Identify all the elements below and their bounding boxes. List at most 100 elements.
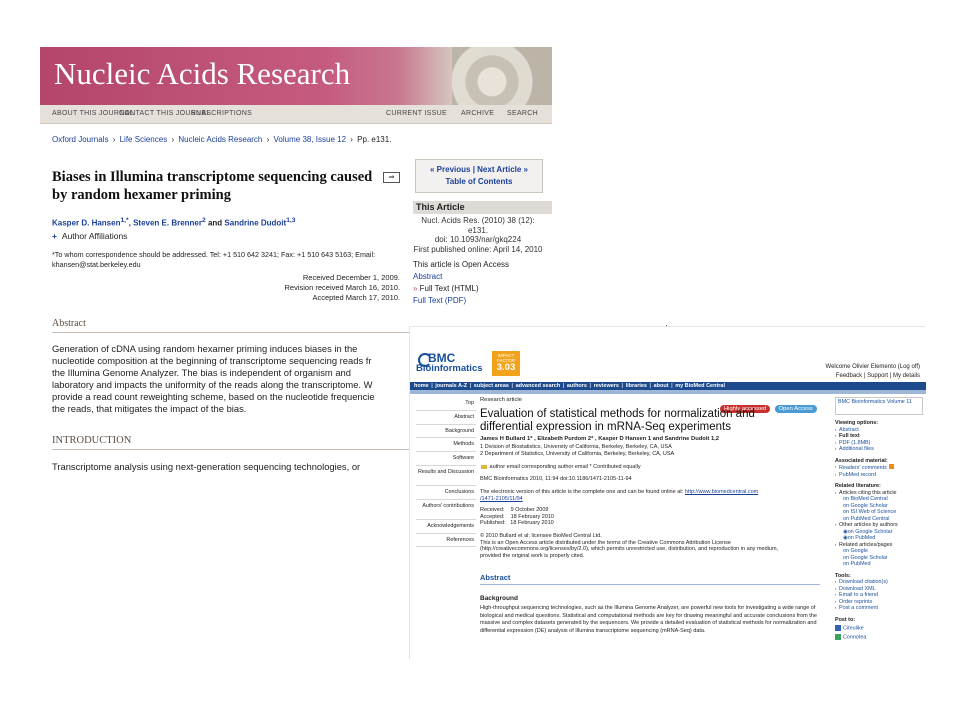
section-link[interactable]: Acknowledgements (416, 520, 476, 534)
author-link[interactable]: Steven E. Brenner (133, 219, 202, 228)
nav-authors[interactable]: authors (567, 383, 587, 389)
section-link[interactable]: Conclusions (416, 486, 476, 500)
readers-comments-label: Readers' comments (839, 465, 887, 471)
bullet-icon: » (413, 284, 420, 294)
legend-text: author email corresponding author email … (489, 464, 641, 470)
crumb-sep: › (266, 135, 270, 144)
connotea-link[interactable]: Connotea (835, 633, 923, 641)
article-title: Evaluation of statistical methods for no… (480, 408, 755, 433)
welcome-box: Welcome Olivier Elemento (Log off) Feedb… (826, 363, 920, 381)
nav-subscriptions[interactable]: SUBSCRIPTIONS (191, 110, 252, 117)
citeulike-link[interactable]: Citeulike (835, 625, 923, 632)
abstract-heading: Abstract (52, 318, 86, 329)
nav-about[interactable]: about (654, 383, 669, 389)
section-link[interactable]: Methods (416, 438, 476, 453)
electronic-version-note: The electronic version of this article i… (480, 489, 810, 502)
related-link[interactable]: on PubMed (835, 561, 923, 568)
article-url[interactable]: http://www.biomedcentral.com (685, 489, 758, 495)
author-sup: 1,* (120, 217, 129, 224)
crumb-oxford[interactable]: Oxford Journals (52, 135, 108, 144)
nav-journals[interactable]: journals A-Z (435, 383, 467, 389)
copyright-block: © 2010 Bullard et al; licensee BioMed Ce… (480, 533, 800, 559)
nav-my-bmc[interactable]: my BioMed Central (675, 383, 725, 389)
share-arrow-icon[interactable]: ⇒ (383, 172, 400, 183)
author-link[interactable]: Sandrine Dudoit (224, 219, 286, 228)
first-published: First published online: April 14, 2010 (413, 244, 543, 254)
toc-link[interactable]: Table of Contents (416, 176, 542, 188)
crumb-sep: › (112, 135, 116, 144)
email-icon (481, 464, 487, 469)
this-article-heading: This Article (413, 201, 552, 214)
journal-volume-box[interactable]: BMC Bioinformatics Volume 11 (835, 397, 923, 415)
section-link[interactable]: Top (416, 397, 476, 411)
additional-files-link[interactable]: Additional files (835, 446, 923, 453)
article-sidebar: « Previous | Next Article » Table of Con… (413, 159, 552, 305)
nav-reviewers[interactable]: reviewers (594, 383, 619, 389)
prev-next-box: « Previous | Next Article » Table of Con… (415, 159, 543, 193)
welcome-links[interactable]: Feedback | Support | My details (826, 372, 920, 381)
pubmed-record-link[interactable]: PubMed record (835, 472, 923, 479)
correspondence-note: *To whom correspondence should be addres… (52, 250, 376, 269)
nav-current-issue[interactable]: CURRENT ISSUE (386, 110, 447, 117)
fulltext-html-link[interactable]: » Full Text (HTML) (413, 284, 552, 293)
section-link[interactable]: References (416, 534, 476, 548)
citation: Nucl. Acids Res. (2010) 38 (12): e131. (421, 216, 535, 235)
journal-reference: BMC Bioinformatics 2010, 11:94 doi:10.11… (480, 476, 632, 482)
ev-text: The electronic version of this article i… (480, 489, 684, 495)
background-text: High-throughput sequencing technologies,… (480, 605, 817, 634)
section-link[interactable]: Results and Discussion (416, 466, 476, 486)
author-list: James H Bullard 1* , Elizabeth Purdom 2*… (480, 436, 720, 442)
copyright: © 2010 Bullard et al; licensee BioMed Ce… (480, 533, 602, 539)
nav-archive[interactable]: ARCHIVE (461, 110, 494, 117)
received-date: Received December 1, 2009. (302, 273, 400, 282)
section-link[interactable]: Authors' contributions (416, 500, 476, 520)
affiliations-label: Author Affiliations (61, 231, 128, 241)
section-nav: Top Abstract Background Methods Software… (416, 397, 476, 548)
crumb-volume[interactable]: Volume 38, Issue 12 (274, 135, 347, 144)
fulltext-html-label: Full Text (HTML) (419, 284, 479, 294)
article-url-cont[interactable]: /1471-2105/11/94 (480, 496, 523, 502)
nav-advanced-search[interactable]: advanced search (516, 383, 561, 389)
section-link[interactable]: Background (416, 425, 476, 439)
abstract-link[interactable]: Abstract (413, 272, 552, 281)
crumb-life-sciences[interactable]: Life Sciences (120, 135, 168, 144)
citeulike-icon (835, 625, 841, 631)
banner-image (452, 47, 552, 105)
breadcrumb: Oxford Journals › Life Sciences › Nuclei… (52, 135, 391, 144)
bmc-right-sidebar: BMC Bioinformatics Volume 11 Viewing opt… (835, 397, 923, 641)
nav-search[interactable]: SEARCH (507, 110, 538, 117)
fulltext-pdf-link[interactable]: Full Text (PDF) (413, 296, 552, 305)
post-comment-link[interactable]: Post a comment (835, 605, 923, 612)
crumb-nar[interactable]: Nucleic Acids Research (178, 135, 262, 144)
impact-value: 3.03 (496, 362, 516, 373)
author-link[interactable]: Kasper D. Hansen (52, 219, 120, 228)
nav-subject[interactable]: subject areas (474, 383, 509, 389)
license-text: This is an Open Access article distribut… (480, 539, 779, 559)
intro-heading: INTRODUCTION (52, 435, 132, 446)
affiliation: 2 Department of Statistics, University o… (480, 451, 675, 457)
email-legend: author email corresponding author email … (480, 464, 641, 470)
revised-date: Revision received March 16, 2010. (284, 283, 400, 292)
article-dates: Received December 1, 2009. Revision rece… (240, 273, 400, 303)
prev-next-link[interactable]: « Previous | Next Article » (416, 164, 542, 176)
article-dates: Received: 9 October 2009 Accepted: 18 Fe… (480, 507, 554, 527)
connotea-label: Connotea (843, 634, 867, 641)
bmc-main-content: Research article Highly accessed Open Ac… (480, 397, 830, 634)
expand-plus-icon: + (52, 231, 57, 241)
section-link[interactable]: Software (416, 452, 476, 466)
author-sup: 1,3 (286, 217, 296, 224)
crumb-sep: › (171, 135, 175, 144)
welcome-text[interactable]: Welcome Olivier Elemento (Log off) (826, 363, 920, 372)
crumb-pages: Pp. e131. (357, 135, 392, 144)
article-title: Biases in Illumina transcriptome sequenc… (52, 169, 373, 203)
nar-banner: Nucleic Acids Research (40, 47, 552, 105)
background-heading: Background (480, 595, 518, 602)
nav-libraries[interactable]: libraries (626, 383, 647, 389)
nav-home[interactable]: home (414, 383, 429, 389)
section-link[interactable]: Abstract (416, 411, 476, 425)
related-link-label: on PubMed (847, 535, 876, 541)
readers-comments-link[interactable]: Readers' comments (835, 464, 923, 472)
author-affiliations-toggle[interactable]: + Author Affiliations (52, 231, 127, 241)
nav-stripe (410, 390, 926, 394)
doi: doi: 10.1093/nar/gkq224 (434, 235, 522, 245)
